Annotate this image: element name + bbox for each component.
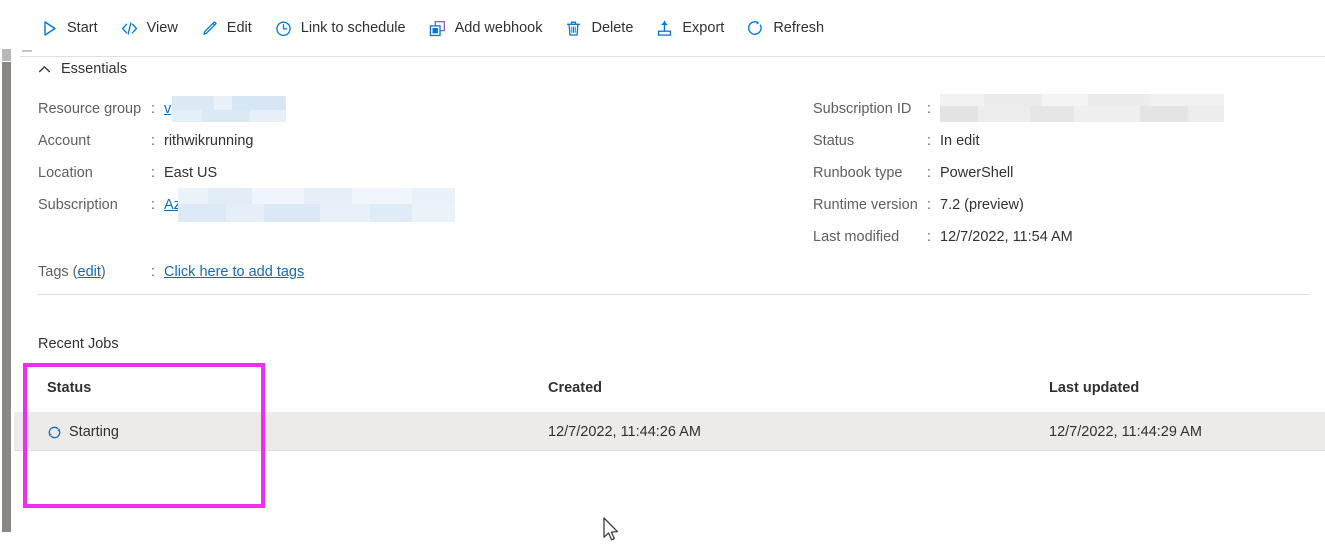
redacted-overlay-subscription-id bbox=[940, 94, 1224, 122]
trash-icon bbox=[564, 19, 583, 38]
colon: : bbox=[151, 133, 156, 149]
cell-status-text: Starting bbox=[69, 424, 119, 440]
resource-group-label: Resource group bbox=[38, 101, 142, 117]
view-button-label: View bbox=[146, 19, 178, 36]
subscription-id-label: Subscription ID bbox=[813, 101, 912, 117]
essentials-title: Essentials bbox=[61, 61, 128, 77]
status-label: Status bbox=[813, 133, 855, 149]
property-row-account: Account : rithwikrunning bbox=[38, 131, 253, 163]
code-icon bbox=[120, 19, 139, 38]
cell-last-updated: 12/7/2022, 11:44:29 AM bbox=[1049, 424, 1202, 440]
mouse-cursor bbox=[603, 517, 621, 544]
colon: : bbox=[151, 165, 156, 181]
property-row-subscription: Subscription : Az bbox=[38, 188, 455, 227]
subscription-link[interactable]: Az bbox=[164, 197, 181, 213]
start-button[interactable]: Start bbox=[40, 10, 108, 46]
property-row-last-modified: Last modified : 12/7/2022, 11:54 AM bbox=[813, 227, 1073, 259]
refresh-spinner-icon bbox=[47, 425, 62, 440]
property-row-runtime-version: Runtime version : 7.2 (preview) bbox=[813, 195, 1073, 227]
column-header-last-updated[interactable]: Last updated bbox=[1049, 381, 1139, 396]
property-row-runbook-type: Runbook type : PowerShell bbox=[813, 163, 1073, 195]
tags-label: Tags (edit) bbox=[38, 262, 151, 282]
scrollbar-track-cap bbox=[2, 49, 11, 61]
export-button[interactable]: Export bbox=[655, 10, 734, 46]
colon: : bbox=[927, 133, 932, 149]
account-value: rithwikrunning bbox=[164, 133, 254, 149]
property-row-location: Location : East US bbox=[38, 163, 253, 195]
column-header-created[interactable]: Created bbox=[548, 381, 602, 396]
status-value: In edit bbox=[940, 133, 980, 149]
scrollbar-thumb[interactable] bbox=[2, 62, 11, 532]
tags-row: Tags (edit) : Click here to add tags bbox=[38, 262, 304, 284]
tags-edit-link[interactable]: edit bbox=[78, 264, 101, 280]
colon: : bbox=[927, 165, 932, 181]
colon: : bbox=[927, 197, 932, 213]
runtime-version-value: 7.2 (preview) bbox=[940, 197, 1024, 213]
colon: : bbox=[151, 197, 156, 213]
cell-status[interactable]: Starting bbox=[47, 423, 119, 441]
runbook-type-label: Runbook type bbox=[813, 165, 903, 181]
add-webhook-button[interactable]: Add webhook bbox=[428, 10, 553, 46]
tags-label-text: Tags ( bbox=[38, 264, 78, 280]
recent-jobs-table: Status Created Last updated Starting 12/… bbox=[14, 365, 1325, 451]
link-to-schedule-button[interactable]: Link to schedule bbox=[274, 10, 416, 46]
essentials-right-column: Subscription ID : Status : In edit Runbo… bbox=[813, 94, 1224, 259]
last-modified-label: Last modified bbox=[813, 229, 900, 245]
link-to-schedule-button-label: Link to schedule bbox=[300, 19, 406, 36]
runbook-type-value: PowerShell bbox=[940, 165, 1014, 181]
refresh-button-label: Refresh bbox=[773, 19, 825, 36]
webhook-squares-icon bbox=[428, 19, 447, 38]
refresh-button[interactable]: Refresh bbox=[746, 10, 834, 46]
column-header-status[interactable]: Status bbox=[47, 381, 91, 396]
subscription-label: Subscription bbox=[38, 197, 118, 213]
play-icon bbox=[40, 19, 59, 38]
delete-button-label: Delete bbox=[591, 19, 634, 36]
property-row-resource-group: Resource group : v bbox=[38, 96, 286, 131]
runtime-version-label: Runtime version bbox=[813, 197, 918, 213]
clock-icon bbox=[274, 19, 293, 38]
chevron-up-icon bbox=[38, 63, 51, 76]
location-value: East US bbox=[164, 165, 218, 181]
location-label: Location bbox=[38, 165, 93, 181]
colon: : bbox=[151, 264, 156, 280]
view-button[interactable]: View bbox=[120, 10, 188, 46]
colon: : bbox=[151, 101, 156, 117]
account-label: Account bbox=[38, 133, 91, 149]
table-header-row: Status Created Last updated bbox=[14, 365, 1325, 413]
property-row-status: Status : In edit bbox=[813, 131, 1073, 163]
essentials-collapse-toggle[interactable]: Essentials bbox=[38, 62, 127, 77]
refresh-circle-icon bbox=[746, 19, 765, 38]
add-webhook-button-label: Add webhook bbox=[454, 19, 543, 36]
delete-button[interactable]: Delete bbox=[564, 10, 643, 46]
subscription-value[interactable]: Az bbox=[164, 188, 455, 222]
property-row-subscription-id: Subscription ID : bbox=[813, 94, 1224, 131]
colon: : bbox=[927, 101, 932, 117]
cell-created: 12/7/2022, 11:44:26 AM bbox=[548, 424, 701, 440]
export-button-label: Export bbox=[682, 19, 725, 36]
edit-button-label: Edit bbox=[226, 19, 252, 36]
table-row[interactable]: Starting 12/7/2022, 11:44:26 AM 12/7/202… bbox=[14, 413, 1325, 451]
start-button-label: Start bbox=[67, 19, 98, 36]
edit-button[interactable]: Edit bbox=[200, 10, 262, 46]
resource-group-value[interactable]: v bbox=[164, 96, 286, 122]
essentials-divider bbox=[38, 294, 1310, 295]
last-modified-value: 12/7/2022, 11:54 AM bbox=[940, 229, 1073, 245]
pencil-icon bbox=[200, 19, 219, 38]
essentials-left-column: Resource group : v Account : rithwikrunn… bbox=[38, 96, 455, 227]
redacted-overlay-resource-group bbox=[172, 96, 286, 122]
add-tags-link[interactable]: Click here to add tags bbox=[164, 262, 304, 282]
left-scrollbar[interactable] bbox=[0, 0, 14, 547]
resource-group-link[interactable]: v bbox=[164, 101, 171, 117]
colon: : bbox=[927, 229, 932, 245]
export-upload-icon bbox=[655, 19, 674, 38]
recent-jobs-title: Recent Jobs bbox=[38, 336, 119, 352]
command-bar: Start View Edit Link to schedule Add web… bbox=[20, 0, 1325, 57]
tags-label-end: ) bbox=[100, 264, 106, 280]
